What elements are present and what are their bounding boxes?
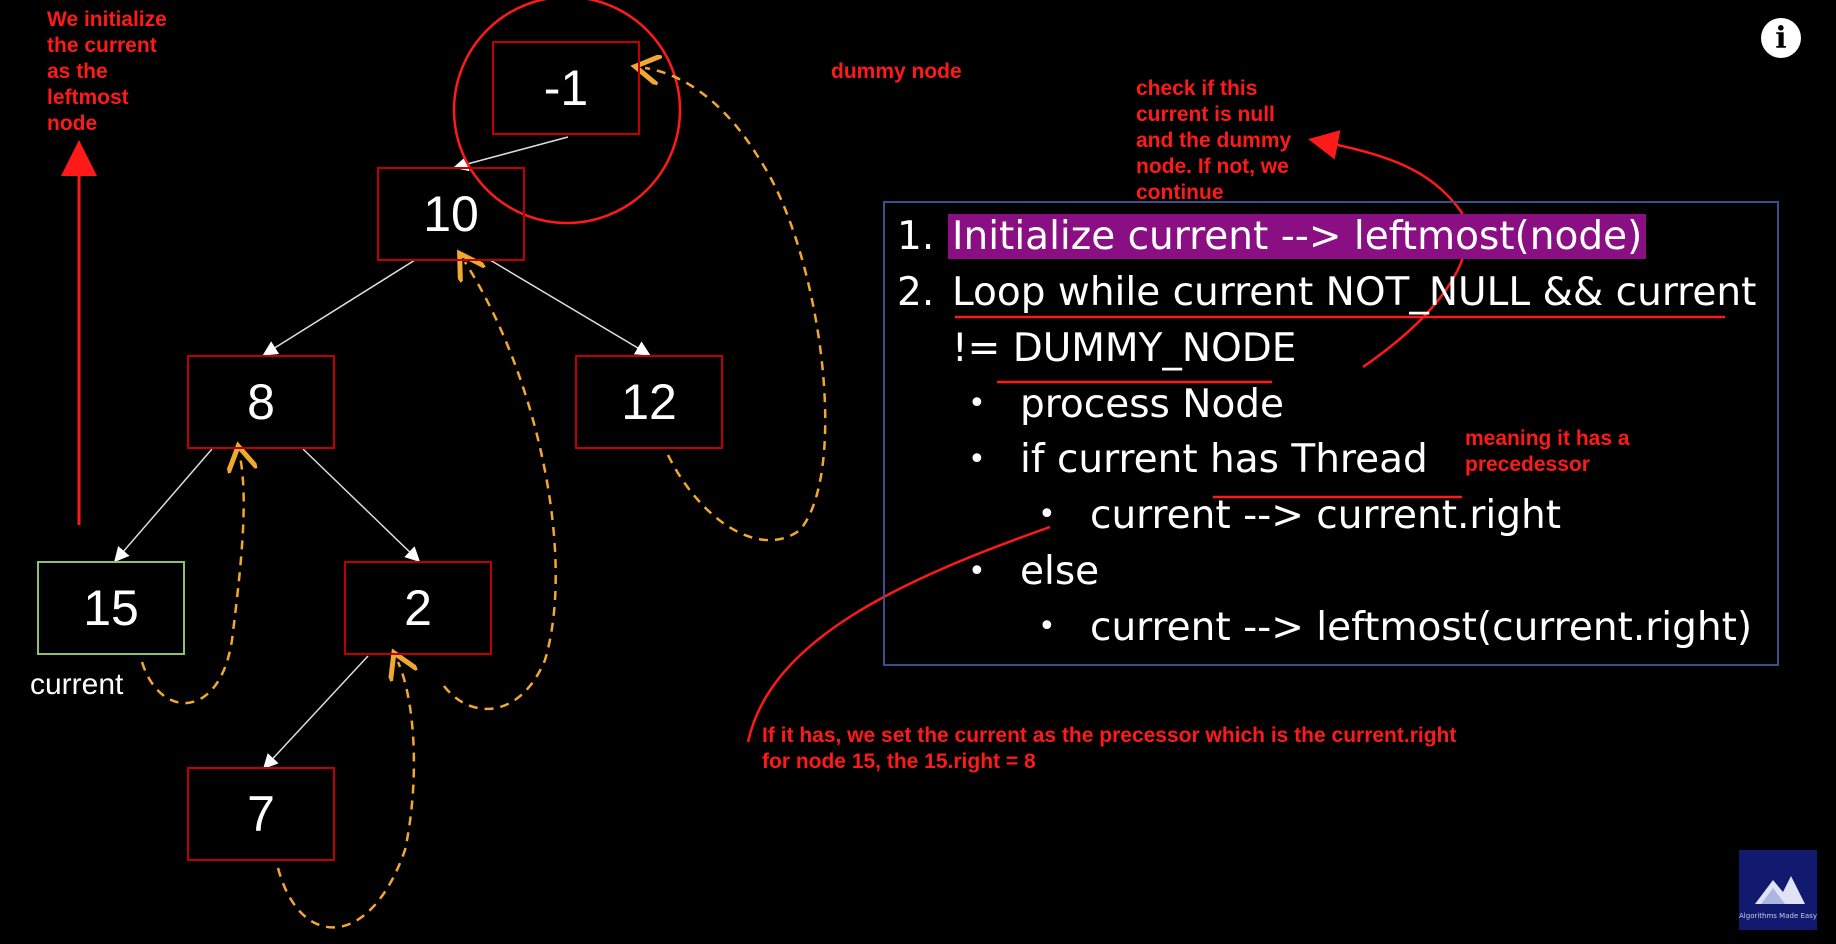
info-icon[interactable]: i: [1761, 18, 1801, 58]
bullet-else: •: [968, 554, 986, 589]
logo-text: Algorithms Made Easy: [1739, 912, 1817, 920]
sub-thread-text: current --> current.right: [1090, 493, 1562, 538]
edge-8-2: [302, 448, 421, 563]
mountain-icon: [1755, 876, 1805, 904]
node-15-current: 15: [37, 561, 185, 655]
edge-8-15: [114, 448, 213, 563]
edge-10-12: [489, 259, 651, 356]
node-12: 12: [575, 355, 723, 449]
current-label: current: [30, 668, 124, 701]
else-text: else: [1020, 549, 1100, 594]
node-2: 2: [344, 561, 492, 655]
thread-12-dummy: [645, 68, 827, 542]
sub-else-text: current --> leftmost(current.right): [1090, 605, 1753, 650]
thread-note-line2: for node 15, the 15.right = 8: [762, 750, 1036, 773]
if-thread-text: if current has Thread: [1020, 437, 1428, 482]
channel-logo: Algorithms Made Easy: [1739, 850, 1817, 930]
thread-note-line1: If it has, we set the current as the pre…: [762, 724, 1457, 747]
bullet-sub-thread: •: [1038, 497, 1056, 532]
node-dummy: -1: [492, 41, 640, 135]
process-node-text: process Node: [1020, 382, 1285, 427]
node-8: 8: [187, 355, 335, 449]
step1-number: 1.: [897, 214, 935, 259]
node-10: 10: [377, 167, 525, 261]
edge-2-7: [262, 655, 369, 770]
step2-number: 2.: [897, 270, 935, 315]
edge-10-8: [262, 259, 416, 356]
node-7: 7: [187, 767, 335, 861]
step2-line1: Loop while current NOT_NULL && current: [952, 270, 1757, 315]
bullet-sub-else: •: [1038, 609, 1056, 644]
check-note: check if this current is null and the du…: [1136, 77, 1292, 204]
step2-line2: != DUMMY_NODE: [952, 326, 1297, 371]
bullet-process: •: [968, 386, 986, 421]
init-note: We initialize the current as the leftmos…: [47, 8, 167, 135]
bullet-if: •: [968, 442, 986, 477]
step1-text: Initialize current --> leftmost(node): [948, 214, 1647, 260]
step1-highlight: Initialize current --> leftmost(node): [948, 214, 1647, 259]
edge-dummy-10: [453, 136, 569, 172]
dummy-note: dummy node: [831, 60, 962, 83]
